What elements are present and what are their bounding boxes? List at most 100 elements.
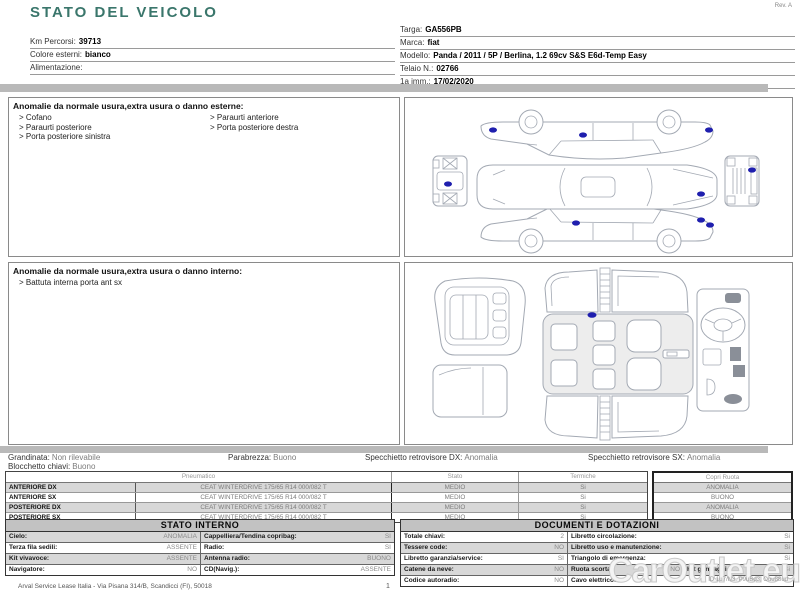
field-value: bianco	[85, 50, 111, 59]
cell-value: ANOMALIA	[163, 532, 197, 542]
car-rear-view	[725, 156, 759, 206]
damage-marker	[444, 181, 452, 186]
cell-value: Si	[784, 532, 790, 542]
list-item: > Paraurti anteriore	[204, 113, 395, 123]
summary-grandinata: Grandinata:Non rilevabile	[8, 453, 100, 462]
summary-label: Grandinata:	[8, 453, 50, 462]
summary-label: Blocchetto chiavi:	[8, 462, 70, 471]
tyre-row-posteriore-dx: POSTERIORE DX CEAT WINTERDRIVE 175/65 R1…	[6, 503, 647, 513]
tyre-position: ANTERIORE DX	[6, 483, 136, 492]
damage-marker	[705, 127, 713, 132]
list-item: > Porta posteriore sinistra	[13, 132, 204, 142]
summary-label: Specchietto retrovisore DX:	[365, 453, 462, 462]
trunk-view	[433, 365, 507, 417]
interior-list-col1: > Battuta interna porta ant sx	[13, 278, 204, 288]
car-side-view-top	[481, 110, 713, 159]
field-label: Targa:	[400, 25, 422, 34]
damage-marker	[572, 220, 580, 225]
tyre-position: ANTERIORE SX	[6, 493, 136, 502]
tyre-position: POSTERIORE DX	[6, 503, 136, 512]
tyre-table-header: Pneumatico Stato Termiche	[6, 472, 647, 483]
cell-label: Totale chiavi:	[404, 532, 445, 542]
tyre-winter: Si	[519, 493, 647, 502]
field-label: Telaio N.:	[400, 64, 433, 73]
exterior-list-col2: > Paraurti anteriore > Porta posteriore …	[204, 113, 395, 142]
field-value: GA556PB	[425, 25, 461, 34]
cell-value: ASSENTE	[361, 565, 391, 575]
list-item: > Battuta interna porta ant sx	[13, 278, 204, 288]
cell-value: BUONO	[367, 554, 391, 564]
cell-label: Catene da neve:	[404, 565, 454, 575]
tyre-row-anteriore-dx: ANTERIORE DX CEAT WINTERDRIVE 175/65 R14…	[6, 483, 647, 493]
separator-bar	[0, 446, 768, 453]
footer-address: Arval Service Lease Italia - Via Pisana …	[18, 583, 212, 590]
field-label: Km Percorsi:	[30, 37, 76, 46]
cell-label: CD(Navig.):	[204, 565, 239, 575]
cell-value: 2	[560, 532, 564, 542]
tyre-state: MEDIO	[392, 493, 519, 502]
cell-label: Antenna radio:	[204, 554, 250, 564]
table-row: Navigatore:NO CD(Navig.):ASSENTE	[6, 565, 394, 575]
tyre-winter: Si	[519, 483, 647, 492]
field-label: Alimentazione:	[30, 63, 82, 72]
field-label: Modello:	[400, 51, 430, 60]
cell-value: SI	[558, 554, 564, 564]
footer-note: ID 1u7/N3. P9uBd3, Ouu88ud	[708, 577, 788, 583]
interior-anomalies-title: Anomalie da normale usura,extra usura o …	[9, 263, 399, 278]
list-item: > Porta posteriore destra	[204, 123, 395, 133]
field-row-targa: Targa:GA556PB	[400, 24, 795, 37]
field-label: Colore esterni:	[30, 50, 82, 59]
cell-value: NO	[554, 565, 564, 575]
copri-ruota-table: Copri Ruota ANOMALIA BUONO ANOMALIA BUON…	[652, 471, 793, 524]
cell-value: NO	[187, 565, 197, 575]
field-label: Marca:	[400, 38, 424, 47]
field-value: 39713	[79, 37, 101, 46]
cell-label: Kit vivavoce:	[9, 554, 49, 564]
field-row-marca: Marca:fiat	[400, 37, 795, 50]
column-header-pneumatico: Pneumatico	[6, 472, 392, 482]
cell-label: Libretto circolazione:	[571, 532, 637, 542]
field-row-telaio: Telaio N.:02766	[400, 63, 795, 76]
copri-ruota-value: BUONO	[654, 493, 791, 503]
summary-specchietto-dx: Specchietto retrovisore DX:Anomalia	[365, 453, 498, 462]
cell-label: Libretto garanzia/service:	[404, 554, 483, 564]
damage-marker	[579, 132, 587, 137]
field-row-colore: Colore esterni:bianco	[30, 49, 395, 62]
cell-value: SI	[385, 532, 391, 542]
tyre-description: CEAT WINTERDRIVE 175/65 R14 000/082 T	[136, 493, 392, 502]
exterior-anomalies-panel: Anomalie da normale usura,extra usura o …	[8, 97, 400, 257]
table-row: Kit vivavoce:ASSENTE Antenna radio:BUONO	[6, 554, 394, 565]
damage-marker	[588, 312, 597, 318]
damage-marker	[706, 222, 714, 227]
tyre-description: CEAT WINTERDRIVE 175/65 R14 000/082 T	[136, 483, 392, 492]
summary-label: Parabrezza:	[228, 453, 271, 462]
documenti-title: DOCUMENTI E DOTAZIONI	[401, 520, 793, 532]
table-row: Cielo:ANOMALIA Cappelliera/Tendina copri…	[6, 532, 394, 543]
exterior-anomalies-list: > Cofano > Paraurti posteriore > Porta p…	[9, 113, 399, 142]
exterior-anomalies-title: Anomalie da normale usura,extra usura o …	[9, 98, 399, 113]
list-item: > Paraurti posteriore	[13, 123, 204, 133]
tyre-winter: Si	[519, 503, 647, 512]
exterior-list-col1: > Cofano > Paraurti posteriore > Porta p…	[13, 113, 204, 142]
watermark: CarOutlet.eu	[608, 552, 800, 591]
damage-marker	[489, 127, 497, 132]
stato-interno-table: STATO INTERNO Cielo:ANOMALIA Cappelliera…	[5, 519, 395, 576]
field-value: Panda / 2011 / 5P / Berlina, 1.2 69cv S&…	[433, 51, 647, 60]
tyre-state: MEDIO	[392, 503, 519, 512]
page-title: STATO DEL VEICOLO	[30, 4, 218, 21]
summary-parabrezza: Parabrezza:Buono	[228, 453, 296, 462]
field-row-modello: Modello:Panda / 2011 / 5P / Berlina, 1.2…	[400, 50, 795, 63]
cell-label: Terza fila sedili:	[9, 543, 57, 553]
copri-ruota-value: ANOMALIA	[654, 483, 791, 493]
car-plan-view	[477, 165, 717, 209]
cell-value: NO	[554, 576, 564, 586]
copri-ruota-value: ANOMALIA	[654, 503, 791, 513]
tyre-table: Pneumatico Stato Termiche ANTERIORE DX C…	[5, 471, 648, 523]
damage-marker	[697, 217, 705, 222]
cell-label: Radio:	[204, 543, 224, 553]
tyre-row-anteriore-sx: ANTERIORE SX CEAT WINTERDRIVE 175/65 R14…	[6, 493, 647, 503]
field-value: 02766	[436, 64, 458, 73]
interior-anomalies-list: > Battuta interna porta ant sx	[9, 278, 399, 288]
cell-label: Cappelliera/Tendina copribag:	[204, 532, 297, 542]
dashboard-view	[697, 289, 749, 411]
